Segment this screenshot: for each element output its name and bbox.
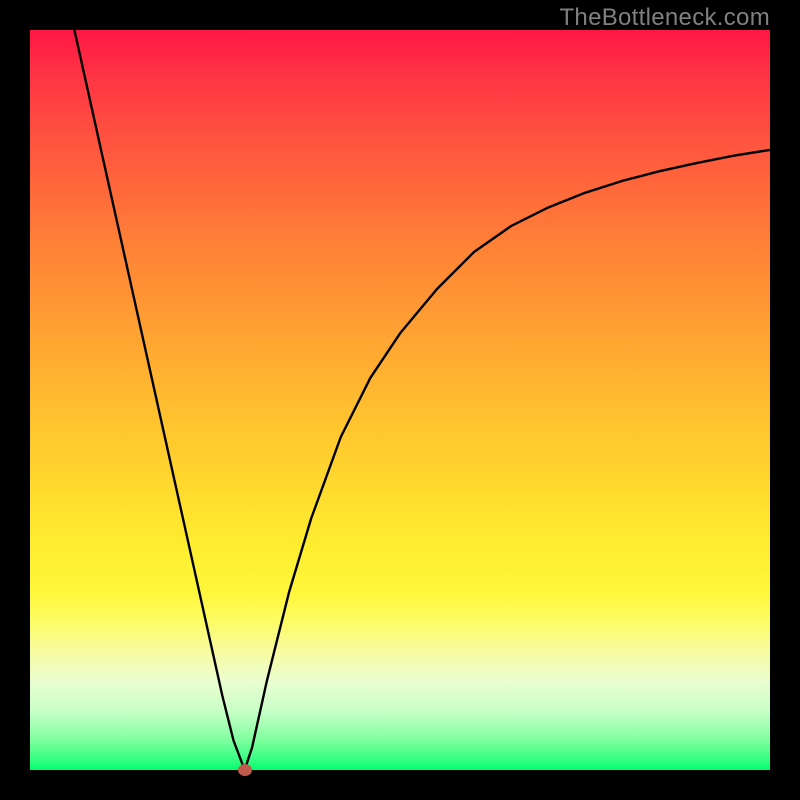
watermark-text: TheBottleneck.com [559, 4, 770, 32]
bottleneck-curve [30, 30, 770, 770]
chart-frame: TheBottleneck.com [0, 0, 800, 800]
plot-area [30, 30, 770, 770]
optimum-marker [238, 764, 252, 776]
